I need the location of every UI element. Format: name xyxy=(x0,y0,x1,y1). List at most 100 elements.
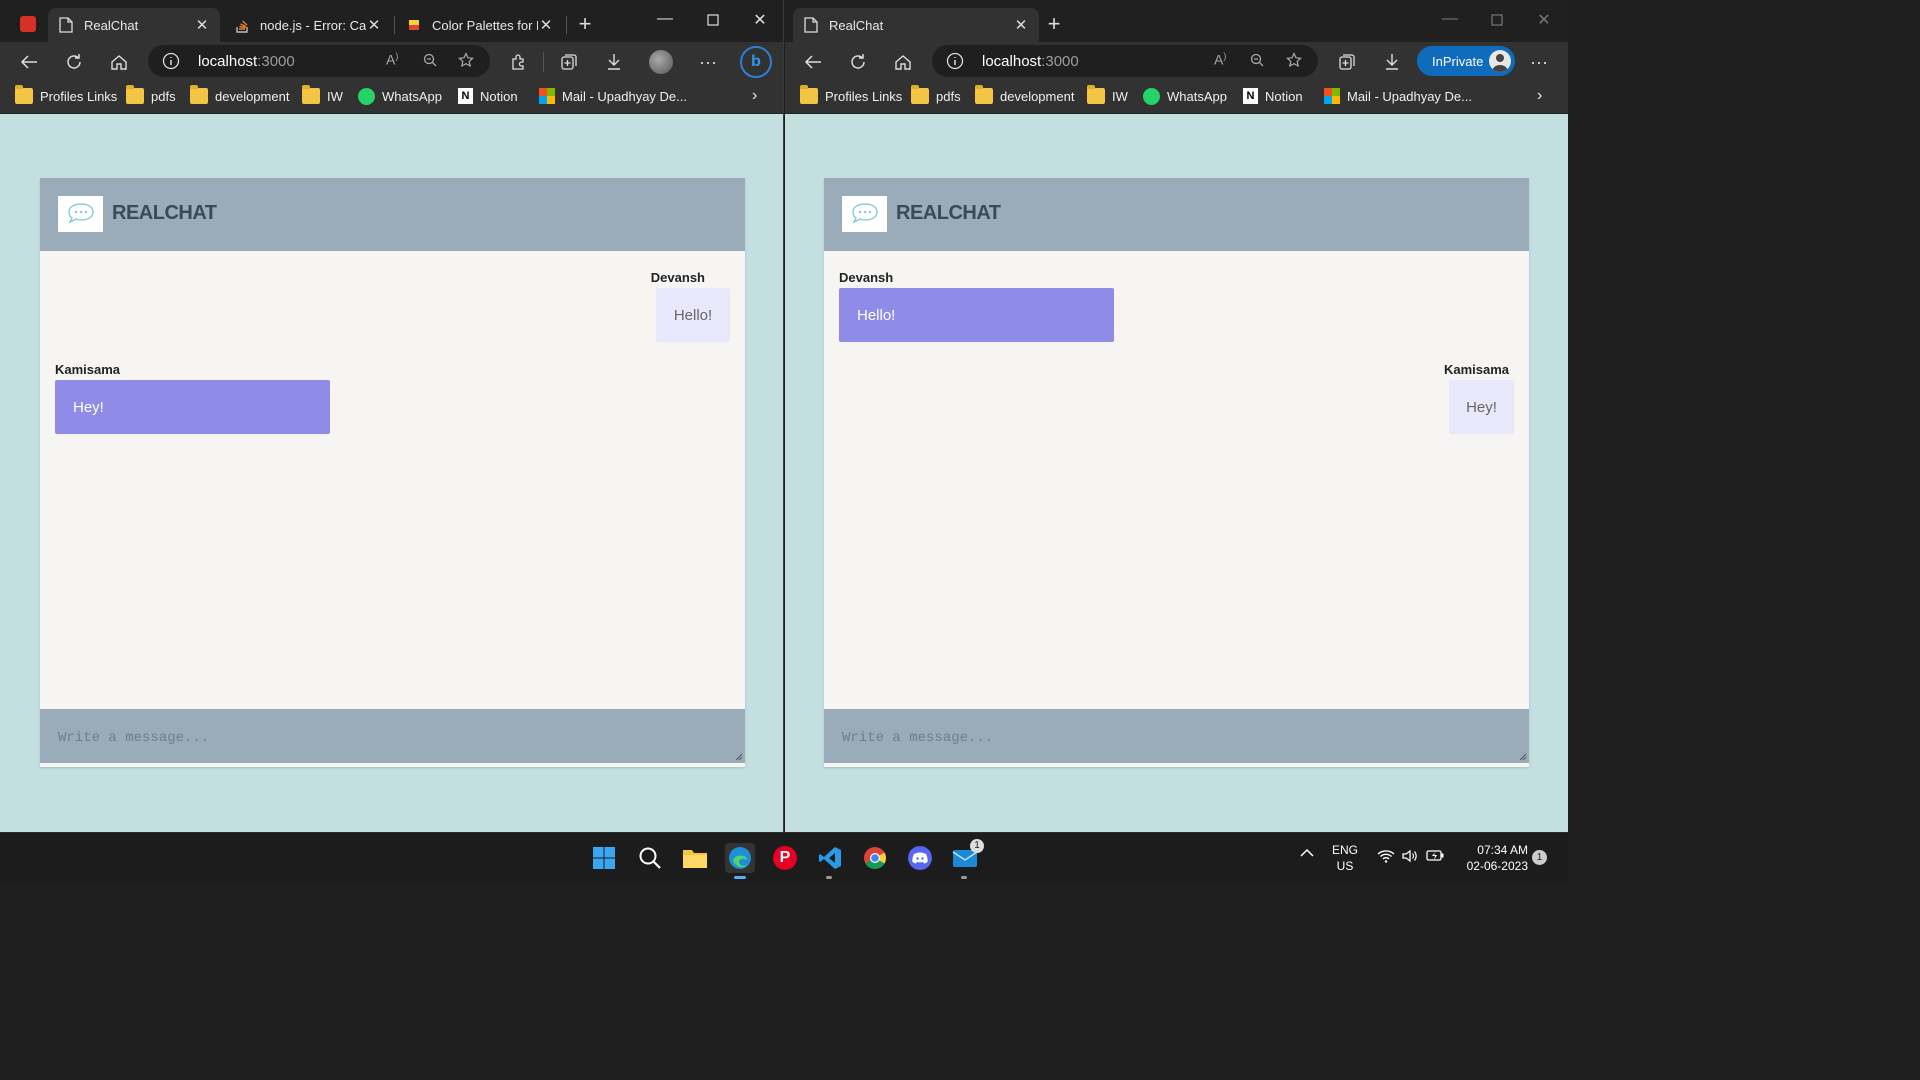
message-input[interactable]: Write a message... xyxy=(40,709,745,763)
bookmark-iw[interactable]: IW xyxy=(1087,85,1128,105)
bookmark-profiles-links[interactable]: Profiles Links xyxy=(800,85,902,105)
file-explorer-icon[interactable] xyxy=(680,843,710,873)
new-tab-button[interactable]: + xyxy=(1041,12,1067,38)
favorite-star-icon[interactable] xyxy=(1286,52,1304,73)
zoom-icon[interactable] xyxy=(423,53,437,70)
whatsapp-icon xyxy=(1143,87,1160,105)
home-icon[interactable] xyxy=(105,48,133,76)
bookmark-profiles-links[interactable]: Profiles Links xyxy=(15,85,117,105)
tab-title: RealChat xyxy=(829,17,884,33)
wifi-icon[interactable] xyxy=(1377,849,1395,866)
bookmark-whatsapp[interactable]: WhatsApp xyxy=(1143,87,1227,105)
close-tab-icon[interactable]: ✕ xyxy=(194,16,210,34)
chat-logo xyxy=(58,196,103,232)
minimize-button[interactable]: — xyxy=(1435,10,1465,34)
message-input[interactable]: Write a message... xyxy=(824,709,1529,763)
refresh-icon[interactable] xyxy=(844,48,872,76)
browser-window-left: RealChat ✕ node.js - Error: Can ✕ Color … xyxy=(0,0,784,832)
tab-realchat[interactable]: RealChat ✕ xyxy=(793,8,1039,42)
volume-icon[interactable] xyxy=(1402,849,1418,866)
document-icon xyxy=(803,17,819,33)
bookmark-iw[interactable]: IW xyxy=(302,85,343,105)
message-input-placeholder: Write a message... xyxy=(58,730,210,746)
navigation-toolbar: localhost:3000 A) InPrivate ··· xyxy=(785,42,1568,80)
bing-copilot-icon[interactable]: b xyxy=(739,46,773,78)
favorite-star-icon[interactable] xyxy=(458,52,476,73)
close-tab-icon[interactable]: ✕ xyxy=(1013,16,1029,34)
folder-icon xyxy=(15,85,33,104)
clock[interactable]: 07:34 AM 02-06-2023 xyxy=(1456,842,1528,874)
tab-realchat[interactable]: RealChat ✕ xyxy=(48,8,220,42)
bookmark-mail[interactable]: Mail - Upadhyay De... xyxy=(539,87,687,105)
tab-bar: RealChat ✕ + — ✕ xyxy=(785,0,1568,46)
inprivate-button[interactable]: InPrivate xyxy=(1417,46,1515,76)
microsoft-icon xyxy=(539,88,555,104)
zoom-icon[interactable] xyxy=(1250,53,1264,70)
pinterest-icon[interactable]: P xyxy=(770,843,800,873)
maximize-button[interactable] xyxy=(1482,10,1512,34)
site-info-icon[interactable] xyxy=(946,52,964,70)
close-tab-icon[interactable]: ✕ xyxy=(366,16,382,34)
app-brand-title: REALCHAT xyxy=(112,202,217,224)
chevron-right-icon[interactable]: › xyxy=(1537,87,1542,105)
bookmark-notion[interactable]: N Notion xyxy=(1243,87,1303,105)
bookmark-mail[interactable]: Mail - Upadhyay De... xyxy=(1324,87,1472,105)
bookmark-pdfs[interactable]: pdfs xyxy=(911,85,961,105)
bookmark-development[interactable]: development xyxy=(975,85,1074,105)
bookmarks-bar: Profiles Links pdfs development IW Whats… xyxy=(785,80,1568,113)
chevron-right-icon[interactable]: › xyxy=(752,87,757,105)
more-options-icon[interactable]: ··· xyxy=(694,48,722,76)
download-icon[interactable] xyxy=(1378,48,1406,76)
extensions-icon[interactable] xyxy=(505,48,533,76)
resize-grip-icon[interactable] xyxy=(735,753,743,761)
chevron-up-icon[interactable] xyxy=(1300,847,1314,861)
close-tab-icon[interactable]: ✕ xyxy=(538,16,554,34)
read-aloud-icon[interactable]: A) xyxy=(386,51,398,68)
back-arrow-icon[interactable] xyxy=(799,48,827,76)
profile-avatar[interactable] xyxy=(647,48,675,76)
windows-start-icon[interactable] xyxy=(589,843,619,873)
read-aloud-icon[interactable]: A) xyxy=(1214,51,1226,68)
bookmark-development[interactable]: development xyxy=(190,85,289,105)
edge-browser-icon[interactable] xyxy=(725,843,755,879)
pdf-app-icon[interactable] xyxy=(20,16,36,32)
address-bar[interactable]: localhost:3000 A) xyxy=(148,45,490,77)
tab-divider xyxy=(394,16,395,34)
refresh-icon[interactable] xyxy=(60,48,88,76)
new-tab-button[interactable]: + xyxy=(572,12,598,38)
discord-icon[interactable] xyxy=(905,843,935,873)
more-options-icon[interactable]: ··· xyxy=(1525,48,1553,76)
mail-badge: 1 xyxy=(970,839,984,853)
chrome-icon[interactable] xyxy=(860,843,890,873)
tab-title: node.js - Error: Can xyxy=(260,17,366,33)
folder-icon xyxy=(190,85,208,104)
bookmark-notion[interactable]: N Notion xyxy=(458,87,518,105)
resize-grip-icon[interactable] xyxy=(1519,753,1527,761)
back-arrow-icon[interactable] xyxy=(15,48,43,76)
search-icon[interactable] xyxy=(635,843,665,873)
url-text: localhost:3000 xyxy=(982,53,1079,70)
tab-nodejs-error[interactable]: node.js - Error: Can ✕ xyxy=(224,8,392,42)
collections-icon[interactable] xyxy=(1333,48,1361,76)
notion-icon: N xyxy=(1243,88,1258,104)
home-icon[interactable] xyxy=(889,48,917,76)
bookmark-whatsapp[interactable]: WhatsApp xyxy=(358,87,442,105)
tab-title: Color Palettes for D xyxy=(432,17,538,33)
site-info-icon[interactable] xyxy=(162,52,180,70)
folder-icon xyxy=(911,85,929,104)
maximize-button[interactable] xyxy=(698,10,728,34)
collections-icon[interactable] xyxy=(555,48,583,76)
vscode-icon[interactable] xyxy=(815,843,845,879)
download-icon[interactable] xyxy=(600,48,628,76)
minimize-button[interactable]: — xyxy=(650,10,680,34)
tab-color-palettes[interactable]: Color Palettes for D ✕ xyxy=(396,8,564,42)
language-indicator[interactable]: ENG US xyxy=(1332,842,1358,874)
address-bar[interactable]: localhost:3000 A) xyxy=(932,45,1318,77)
bookmark-pdfs[interactable]: pdfs xyxy=(126,85,176,105)
notification-badge[interactable]: 1 xyxy=(1532,850,1547,865)
close-window-button[interactable]: ✕ xyxy=(1529,10,1559,34)
microsoft-icon xyxy=(1324,88,1340,104)
battery-icon[interactable] xyxy=(1426,849,1444,865)
mail-icon[interactable]: 1 xyxy=(950,839,984,879)
close-window-button[interactable]: ✕ xyxy=(745,10,775,34)
